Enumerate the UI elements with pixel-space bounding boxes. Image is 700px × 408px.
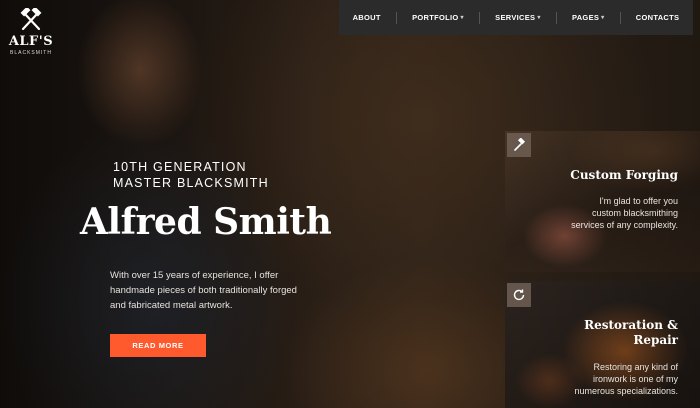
nav-item-about[interactable]: ABOUT bbox=[353, 13, 381, 22]
nav-divider bbox=[555, 11, 557, 24]
service-card-custom-forging[interactable]: Custom Forging I'm glad to offer you cus… bbox=[505, 131, 700, 272]
nav-item-label: PORTFOLIO bbox=[412, 13, 459, 22]
nav-divider bbox=[395, 11, 397, 24]
read-more-button[interactable]: READ MORE bbox=[110, 334, 206, 357]
service-description: Restoring any kind of ironwork is one of… bbox=[574, 362, 678, 396]
hero-eyebrow-line2: MASTER BLACKSMITH bbox=[113, 176, 269, 190]
logo-tagline: BLACKSMITH bbox=[10, 50, 52, 56]
nav-item-label: CONTACTS bbox=[635, 13, 680, 22]
nav-item-label: ABOUT bbox=[352, 13, 381, 22]
hero-title: Alfred Smith bbox=[80, 201, 332, 243]
hero-eyebrow: 10TH GENERATION MASTER BLACKSMITH bbox=[113, 159, 269, 191]
nav-divider bbox=[619, 11, 621, 24]
site-logo[interactable]: ALF'S BLACKSMITH bbox=[8, 8, 54, 56]
chevron-down-icon: ▾ bbox=[537, 15, 541, 21]
nav-divider bbox=[478, 11, 480, 24]
chevron-down-icon: ▾ bbox=[460, 15, 464, 21]
chevron-down-icon: ▾ bbox=[601, 15, 605, 21]
restore-icon bbox=[507, 283, 531, 307]
hammer-icon bbox=[507, 133, 531, 157]
nav-item-portfolio[interactable]: PORTFOLIO ▾ bbox=[412, 13, 464, 22]
nav-item-services[interactable]: SERVICES ▾ bbox=[495, 13, 541, 22]
nav-item-pages[interactable]: PAGES ▾ bbox=[572, 13, 605, 22]
nav-item-contacts[interactable]: CONTACTS bbox=[636, 13, 680, 22]
hero-eyebrow-line1: 10TH GENERATION bbox=[113, 160, 247, 174]
service-description: I'm glad to offer you custom blacksmithi… bbox=[571, 196, 678, 230]
crossed-hammers-icon bbox=[20, 8, 42, 31]
main-navigation: ABOUT PORTFOLIO ▾ SERVICES ▾ PAGES ▾ CON… bbox=[339, 0, 693, 35]
hero-description: With over 15 years of experience, I offe… bbox=[110, 270, 297, 311]
service-title: Custom Forging bbox=[570, 168, 678, 182]
logo-title: ALF'S bbox=[8, 34, 54, 49]
nav-item-label: SERVICES bbox=[495, 13, 536, 22]
nav-item-label: PAGES bbox=[571, 13, 600, 22]
service-title: Restoration & Repair bbox=[584, 318, 678, 347]
service-card-restoration-repair[interactable]: Restoration & Repair Restoring any kind … bbox=[505, 281, 700, 408]
